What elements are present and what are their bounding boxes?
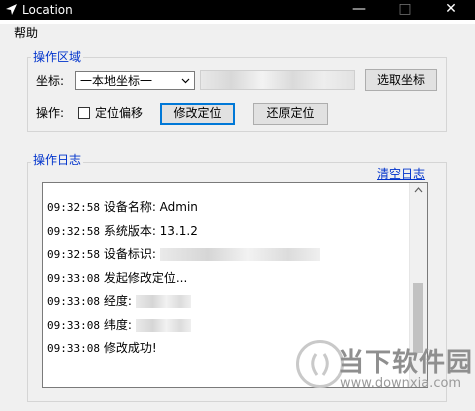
watermark-logo-icon [296,340,344,388]
log-line: 09:33:08 修改成功! [47,341,157,355]
watermark: 当下软件园 www.downxia.com [296,338,475,411]
window-title: Location [22,3,73,17]
redacted-value [135,319,191,332]
offset-checkbox[interactable] [78,107,90,119]
log-group-legend: 操作日志 [31,153,84,167]
watermark-name: 当下软件园 [338,348,474,378]
coord-select-value: 一本地坐标一 [80,74,153,88]
log-line: 09:33:08 经度: [47,294,191,309]
maximize-button[interactable]: □ [382,0,428,20]
modify-location-button[interactable]: 修改定位 [160,103,235,125]
redacted-value [159,248,320,261]
select-coord-button[interactable]: 选取坐标 [365,69,437,91]
location-arrow-icon [6,4,17,15]
log-line: 09:33:08 纬度: [47,318,191,333]
minimize-button[interactable]: — [336,0,382,20]
chevron-down-icon [181,78,190,84]
menu-bar: 帮助 [0,24,475,42]
close-button[interactable]: ✕ [428,0,474,20]
log-line: 09:33:08 发起修改定位... [47,271,188,285]
log-line: 09:32:58 系统版本: 13.1.2 [47,224,198,238]
watermark-url: www.downxia.com [340,376,462,391]
offset-checkbox-label[interactable]: 定位偏移 [95,106,143,120]
clear-log-link[interactable]: 清空日志 [377,167,425,181]
coord-label: 坐标: [36,74,65,88]
log-line: 09:32:58 设备标识: [47,247,320,262]
coord-select[interactable]: 一本地坐标一 [75,71,195,90]
coord-value-field[interactable] [200,70,355,90]
menu-help[interactable]: 帮助 [14,26,38,40]
restore-location-button[interactable]: 还原定位 [253,103,328,125]
operation-group-legend: 操作区域 [31,50,84,64]
redacted-value [135,295,191,308]
scroll-up-icon[interactable] [414,186,423,193]
title-bar: Location — □ ✕ [0,0,475,20]
ops-label: 操作: [36,106,65,120]
log-line: 09:32:58 设备名称: Admin [47,200,198,214]
